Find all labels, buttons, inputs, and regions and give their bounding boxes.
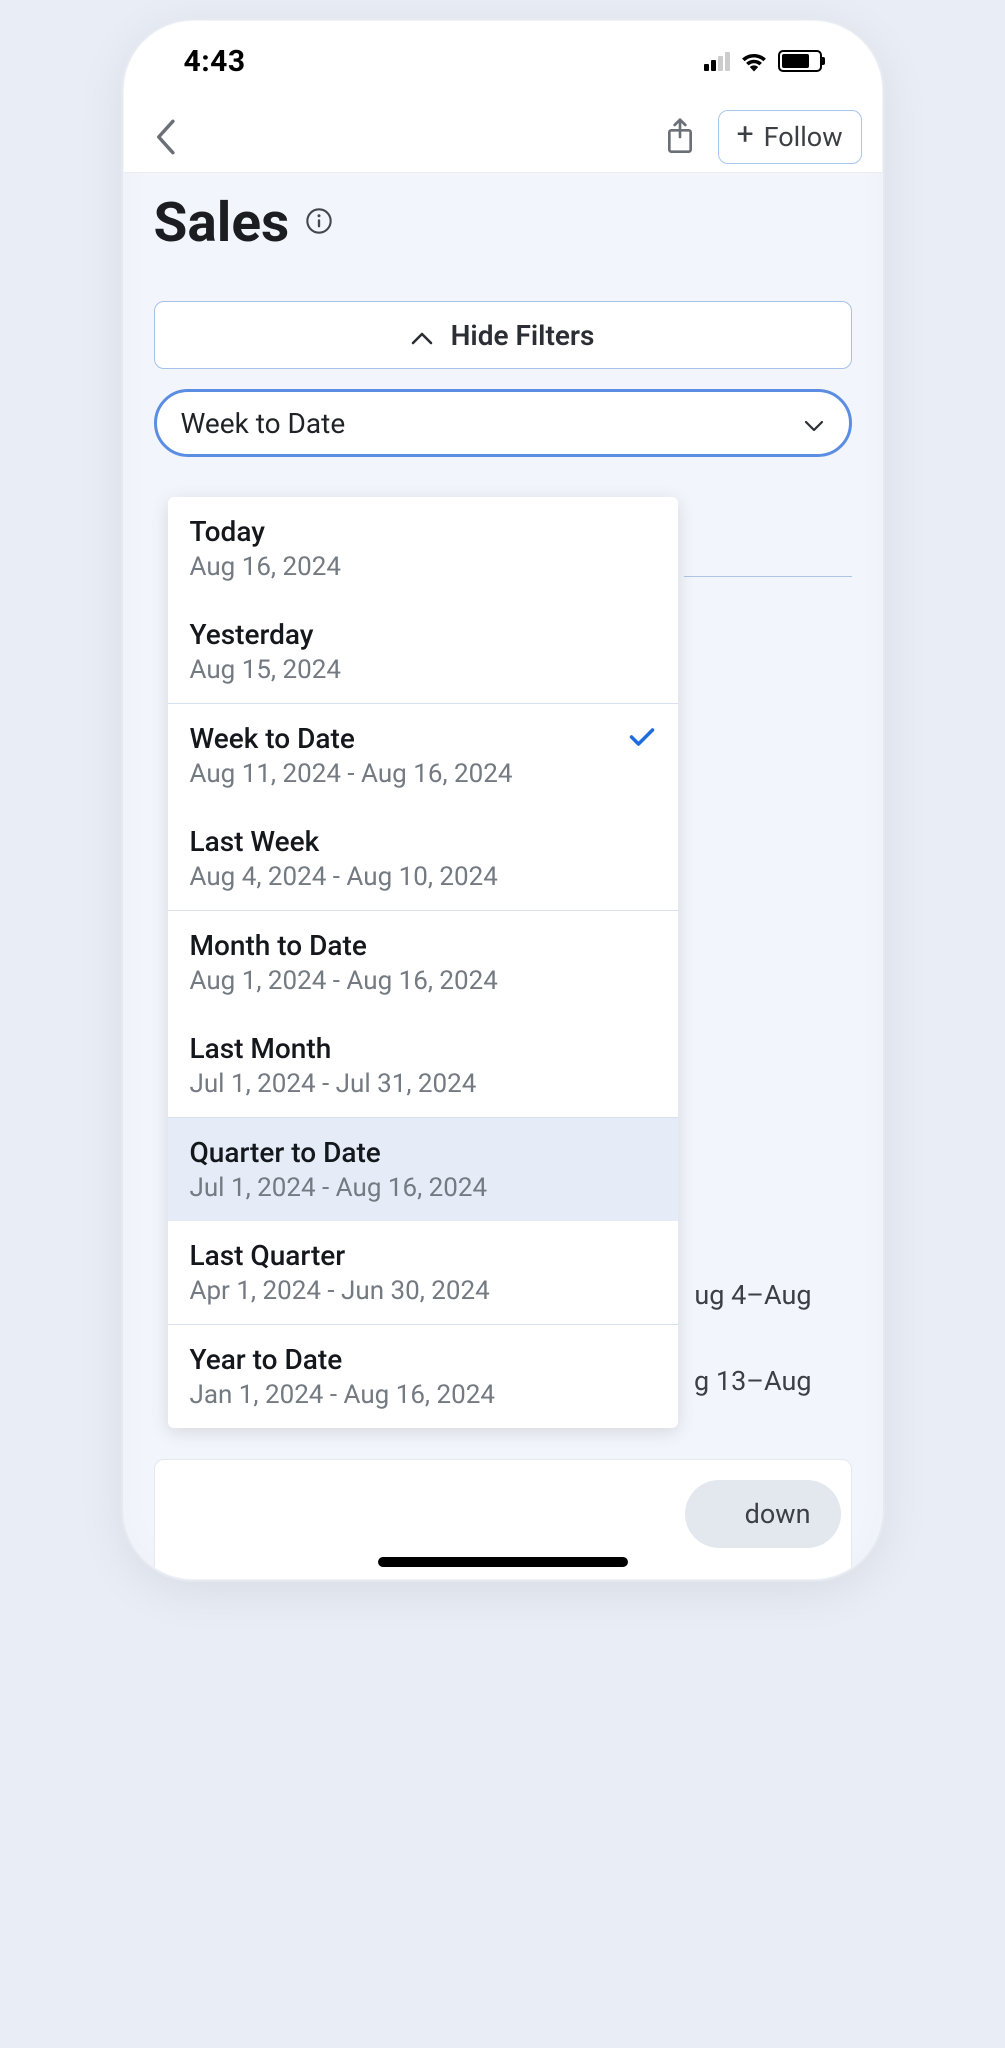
checkmark-icon xyxy=(628,726,656,752)
date-option-label: Last Month xyxy=(190,1032,477,1065)
page-title: Sales xyxy=(154,191,290,255)
date-range-option[interactable]: Year to Date Jan 1, 2024 - Aug 16, 2024 xyxy=(168,1325,678,1428)
bg-fragment: g 13–Aug xyxy=(694,1365,811,1397)
date-range-option[interactable]: Last Week Aug 4, 2024 - Aug 10, 2024 xyxy=(168,807,678,910)
date-option-range: Aug 16, 2024 xyxy=(190,552,341,582)
date-option-range: Aug 1, 2024 - Aug 16, 2024 xyxy=(190,966,498,996)
date-range-option[interactable]: Last Month Jul 1, 2024 - Jul 31, 2024 xyxy=(168,1014,678,1117)
date-option-label: Last Week xyxy=(190,825,498,858)
date-option-label: Last Quarter xyxy=(190,1239,490,1272)
date-range-option[interactable]: Quarter to Date Jul 1, 2024 - Aug 16, 202… xyxy=(168,1118,678,1221)
battery-icon xyxy=(778,50,822,72)
date-range-option[interactable]: Yesterday Aug 15, 2024 xyxy=(168,600,678,703)
date-range-select[interactable]: Week to Date xyxy=(154,389,852,457)
cellular-icon xyxy=(704,51,730,71)
date-option-label: Yesterday xyxy=(190,618,341,651)
date-range-option[interactable]: Month to Date Aug 1, 2024 - Aug 16, 2024 xyxy=(168,911,678,1014)
section-divider xyxy=(684,576,852,577)
date-range-option[interactable]: Today Aug 16, 2024 xyxy=(168,497,678,600)
status-bar: 4:43 xyxy=(124,21,882,101)
date-range-dropdown: Today Aug 16, 2024 Yesterday Aug 15, 2024 We… xyxy=(168,497,678,1428)
device-frame: 4:43 xyxy=(123,20,883,1580)
date-option-range: Jul 1, 2024 - Jul 31, 2024 xyxy=(190,1069,477,1099)
breakdown-label: down xyxy=(745,1498,811,1530)
date-option-label: Quarter to Date xyxy=(190,1136,488,1169)
date-range-option[interactable]: Last Quarter Apr 1, 2024 - Jun 30, 2024 xyxy=(168,1221,678,1324)
back-button[interactable] xyxy=(154,118,176,156)
hide-filters-label: Hide Filters xyxy=(451,319,595,352)
date-option-label: Week to Date xyxy=(190,722,513,755)
chevron-down-icon xyxy=(803,407,825,440)
status-time: 4:43 xyxy=(184,44,246,79)
date-option-label: Today xyxy=(190,515,341,548)
follow-label: Follow xyxy=(764,121,843,153)
date-option-label: Month to Date xyxy=(190,929,498,962)
date-option-range: Jul 1, 2024 - Aug 16, 2024 xyxy=(190,1173,488,1203)
follow-button[interactable]: + Follow xyxy=(718,110,862,164)
date-range-option[interactable]: Week to Date Aug 11, 2024 - Aug 16, 2024 xyxy=(168,704,678,807)
date-option-label: Year to Date xyxy=(190,1343,495,1376)
chevron-up-icon xyxy=(411,319,433,352)
share-icon[interactable] xyxy=(664,117,696,157)
breakdown-pill[interactable]: down xyxy=(685,1480,841,1548)
home-indicator[interactable] xyxy=(378,1557,628,1567)
date-option-range: Aug 15, 2024 xyxy=(190,655,341,685)
date-option-range: Aug 11, 2024 - Aug 16, 2024 xyxy=(190,759,513,789)
nav-bar: + Follow xyxy=(124,101,882,173)
date-option-range: Aug 4, 2024 - Aug 10, 2024 xyxy=(190,862,498,892)
hide-filters-button[interactable]: Hide Filters xyxy=(154,301,852,369)
date-range-selected-label: Week to Date xyxy=(181,407,346,440)
wifi-icon xyxy=(740,50,768,72)
bg-fragment: ug 4–Aug xyxy=(694,1279,811,1311)
date-option-range: Jan 1, 2024 - Aug 16, 2024 xyxy=(190,1380,495,1410)
info-icon[interactable] xyxy=(305,207,333,239)
date-option-range: Apr 1, 2024 - Jun 30, 2024 xyxy=(190,1276,490,1306)
